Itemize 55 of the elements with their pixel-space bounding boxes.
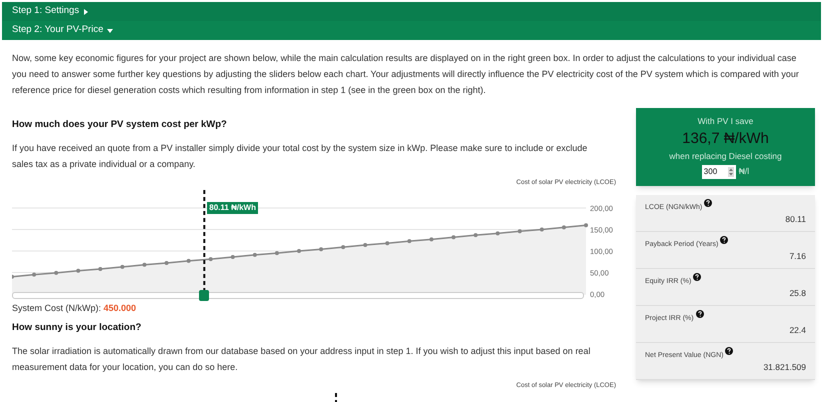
data-point	[252, 252, 257, 257]
data-point	[274, 250, 279, 255]
help-icon[interactable]	[696, 310, 704, 318]
data-point	[496, 231, 500, 236]
data-point	[120, 264, 124, 269]
data-point	[474, 232, 478, 237]
savings-amount: 136,7 ₦/kWh	[682, 128, 769, 149]
metric-value: 25.8	[789, 287, 806, 300]
slider-label: System Cost (N/kWp):	[12, 302, 102, 313]
question-heading: How sunny is your location?	[12, 320, 142, 335]
data-point	[363, 242, 368, 247]
spinner-icon[interactable]	[728, 166, 734, 176]
marker-line	[335, 392, 337, 402]
metric-value: 22.4	[789, 324, 806, 337]
caret-down-icon	[107, 28, 114, 34]
data-point	[319, 247, 324, 252]
caret-right-icon	[83, 8, 90, 14]
data-point	[452, 235, 456, 239]
data-point	[584, 222, 588, 227]
data-point	[407, 238, 412, 243]
data-point	[54, 270, 58, 275]
data-point	[297, 248, 301, 253]
slider-value: 450.000	[104, 302, 136, 313]
help-icon[interactable]	[704, 198, 712, 206]
slider-track[interactable]	[12, 292, 584, 299]
data-point	[76, 268, 80, 273]
help-icon[interactable]	[725, 346, 734, 354]
data-point	[429, 237, 434, 242]
data-point	[385, 241, 390, 245]
metric-value: 7.16	[789, 250, 806, 263]
data-point	[341, 244, 346, 249]
data-point	[230, 254, 235, 259]
data-point	[164, 260, 169, 265]
help-icon[interactable]	[720, 236, 728, 244]
help-icon[interactable]	[693, 272, 702, 280]
diesel-price-unit: ₦/l	[738, 165, 750, 178]
metric-value: 31.821.509	[763, 361, 806, 374]
step-toggle[interactable]: Step 1: Settings	[2, 2, 821, 21]
data-point	[208, 256, 213, 261]
question-text: The solar irradiation is automatically drawn from our database based on your address input in step 1. If you wish to adjust this input based on real measurement data for your location, you can do so here.	[12, 344, 592, 374]
data-point	[32, 272, 36, 276]
data-point	[186, 258, 191, 263]
data-point	[518, 228, 522, 233]
data-point	[562, 225, 566, 230]
diesel-price-field[interactable]: 300	[702, 164, 736, 178]
metric-value: 80.11	[785, 213, 806, 226]
data-point	[98, 266, 102, 271]
savings-title: With PV I save	[698, 115, 754, 128]
data-point	[142, 262, 146, 266]
question-text: If you have received an quote from a PV installer simply divide your total cost by the system size in kWp. Please make sure to include or exclude sales tax as a private individual or a company.	[12, 142, 588, 171]
intro-text: Now, some key economic figures for your project are shown below, while the main calculation results are displayed on in the right green box. In order to adjust the calculations to your individual case you need to answer some further key questions by adjusting the sliders below each chart. Your adjustments will directly influence the PV electricity cost of the PV system which is compared with your reference price for diesel generation costs which resulting from information in step 1 (see in the green box on the right).	[11, 52, 800, 97]
savings-subtitle: when replacing Diesel costing	[669, 150, 782, 162]
marker-value-label: 80.11 ₦/kWh	[207, 202, 258, 214]
question-heading: How much does your PV system cost per kWp?	[12, 118, 228, 132]
data-point	[540, 227, 544, 232]
